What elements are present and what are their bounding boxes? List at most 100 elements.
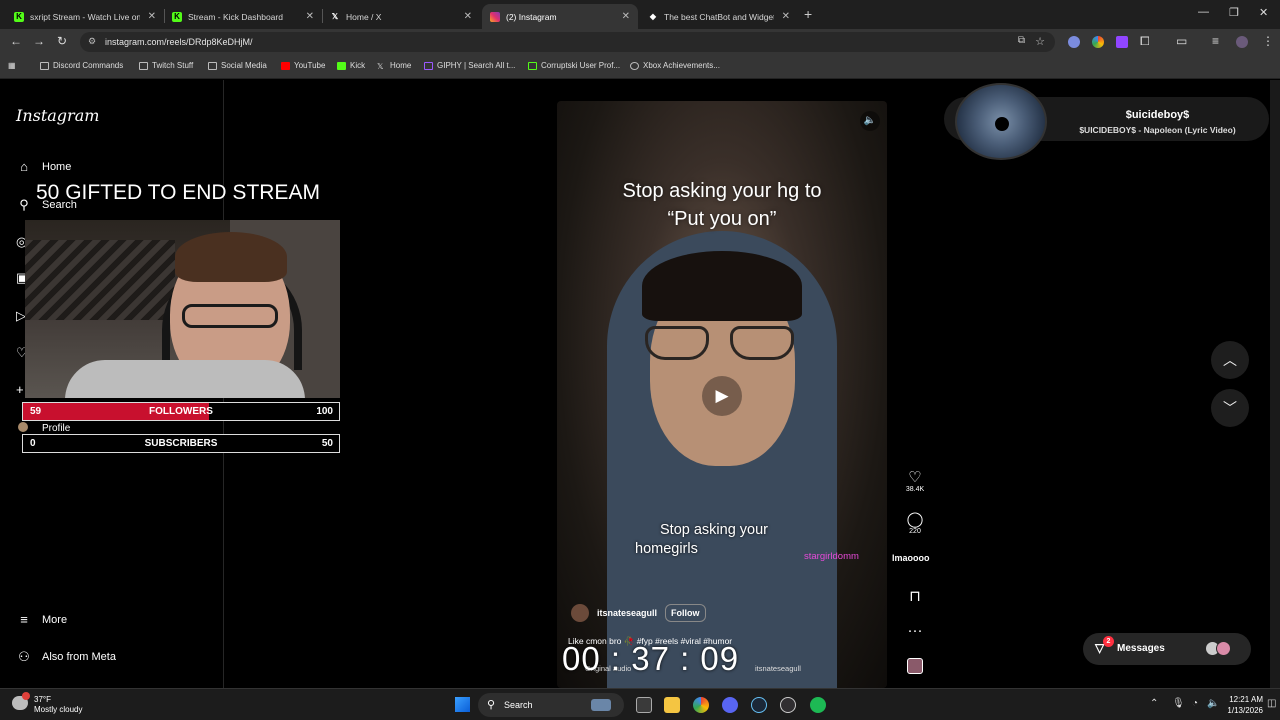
nav-home[interactable]: ⌂ Home <box>16 159 71 174</box>
tab-botrix[interactable]: ◆ The best ChatBot and Widgets ✕ <box>640 4 798 29</box>
chat-username: stargirldomm <box>804 551 859 562</box>
bookmark-discord-commands[interactable]: Discord Commands <box>40 61 123 70</box>
tab-kick-stream[interactable]: K sxript Stream - Watch Live on K ✕ <box>6 4 164 29</box>
microphone-icon[interactable]: 🎙 <box>1172 698 1185 709</box>
scrollbar[interactable] <box>1270 80 1280 688</box>
instagram-logo[interactable]: Instagram <box>16 106 99 125</box>
avatar[interactable] <box>1236 36 1248 48</box>
bookmark-twitch-stuff[interactable]: Twitch Stuff <box>139 61 193 70</box>
system-clock[interactable]: 12:21 AM 1/13/2026 <box>1203 694 1263 716</box>
comment-icon: ◯ <box>906 511 924 528</box>
more-options-button[interactable]: ··· <box>895 622 935 639</box>
tab-instagram[interactable]: (2) Instagram ✕ <box>482 4 638 29</box>
bookmark-social-media[interactable]: Social Media <box>208 61 267 70</box>
comment-count: 220 <box>909 528 921 535</box>
bookmark-kick[interactable]: Kick <box>337 61 365 70</box>
close-icon[interactable]: ✕ <box>464 11 472 22</box>
install-app-icon[interactable]: ⧉ <box>1018 35 1025 46</box>
bookmark-corruptski[interactable]: Corruptski User Prof... <box>528 61 620 70</box>
nav-also-from-meta[interactable]: ⚇ Also from Meta <box>16 649 116 665</box>
weather-description[interactable]: Mostly cloudy <box>34 705 82 714</box>
bookmark-youtube[interactable]: YouTube <box>281 61 325 70</box>
back-icon[interactable]: ← <box>10 34 22 48</box>
tab-label: The best ChatBot and Widgets <box>664 11 774 22</box>
bookmark-label: Twitch Stuff <box>152 61 194 70</box>
reel-audio-user[interactable]: itsnateseagull <box>755 664 801 673</box>
minimize-icon[interactable]: — <box>1198 6 1209 18</box>
menu-icon[interactable]: ⋮ <box>1262 34 1274 48</box>
profile-avatar[interactable] <box>18 422 28 432</box>
address-bar[interactable]: ⚙ instagram.com/reels/DRdp8KeDHjM/ ⧉ ☆ <box>80 32 1055 52</box>
apps-icon[interactable]: ▦ <box>8 61 16 70</box>
file-explorer-icon[interactable] <box>664 697 680 713</box>
play-icon[interactable]: ▶ <box>702 376 742 416</box>
steam-icon[interactable] <box>751 697 767 713</box>
next-reel-button[interactable]: ﹀ <box>1211 389 1249 427</box>
close-window-icon[interactable]: ✕ <box>1259 6 1268 19</box>
chrome-icon[interactable] <box>693 697 709 713</box>
close-icon[interactable]: ✕ <box>782 11 790 22</box>
bookmark-giphy[interactable]: GIPHY | Search All t... <box>424 61 515 70</box>
nav-more[interactable]: ≡ More <box>16 612 67 627</box>
nav-profile-label[interactable]: Profile <box>42 423 70 434</box>
extension-icon[interactable] <box>1068 36 1080 48</box>
cast-icon[interactable]: ▭ <box>1176 34 1187 48</box>
now-playing-artist: $uicideboy$ <box>1125 109 1190 121</box>
bookmark-x-home[interactable]: 𝕏 Home <box>377 61 411 71</box>
follow-button[interactable]: Follow <box>665 604 706 622</box>
task-view-icon[interactable] <box>636 697 652 713</box>
folder-icon <box>208 61 217 70</box>
extensions-puzzle-icon[interactable]: ⧠ <box>1140 34 1150 49</box>
windows-start-icon[interactable] <box>455 697 470 712</box>
obs-icon[interactable] <box>780 697 796 713</box>
wifi-icon[interactable]: ◔ <box>1192 698 1198 709</box>
clock-date: 1/13/2026 <box>1227 706 1263 715</box>
new-tab-icon[interactable]: + <box>804 6 812 22</box>
reel-headline-line1: Stop asking your hg to <box>622 180 822 202</box>
discord-icon[interactable] <box>722 697 738 713</box>
url-text: instagram.com/reels/DRdp8KeDHjM/ <box>105 37 253 47</box>
close-icon[interactable]: ✕ <box>306 11 314 22</box>
volume-icon[interactable]: 🔈 <box>860 111 880 131</box>
twitch-extension-icon[interactable] <box>1116 36 1128 48</box>
streamer-shirt <box>65 360 305 398</box>
notification-bell-icon[interactable]: ◫ <box>1267 698 1276 709</box>
chrome-profile-icon[interactable] <box>1092 36 1104 48</box>
subscribers-max: 50 <box>321 438 333 449</box>
save-button[interactable]: ⊓ <box>895 587 935 605</box>
previous-reel-button[interactable]: ︿ <box>1211 341 1249 379</box>
like-button[interactable]: ♡ 38.4K <box>895 468 935 493</box>
video-glasses-right <box>730 326 794 360</box>
restore-icon[interactable]: ❐ <box>1229 6 1239 19</box>
taskbar-search[interactable]: ⚲ Search <box>478 693 624 717</box>
site-info-icon[interactable]: ⚙ <box>88 36 96 47</box>
avatar[interactable] <box>571 604 589 622</box>
audio-thumbnail[interactable] <box>907 658 923 674</box>
weather-temperature[interactable]: 37°F <box>34 695 51 704</box>
bookmark-xbox[interactable]: Xbox Achievements... <box>630 61 720 70</box>
media-control-icon[interactable]: ≡ <box>1212 34 1219 48</box>
reel-username[interactable]: itsnateseagull <box>597 608 657 618</box>
create-icon[interactable]: + <box>16 382 24 397</box>
bookmark-label: Discord Commands <box>53 61 124 70</box>
close-icon[interactable]: ✕ <box>622 11 630 22</box>
video-glasses-left <box>645 326 709 360</box>
forward-icon[interactable]: → <box>33 34 45 48</box>
comment-button[interactable]: ◯ 220 <box>895 510 935 535</box>
messages-button[interactable]: ▽ 2 Messages <box>1083 633 1251 665</box>
nav-label: Home <box>42 160 72 173</box>
tray-overflow-icon[interactable]: ⌃ <box>1150 698 1158 709</box>
tab-kick-dashboard[interactable]: K Stream - Kick Dashboard ✕ <box>164 4 322 29</box>
close-icon[interactable]: ✕ <box>148 11 156 22</box>
bookmark-star-icon[interactable]: ☆ <box>1035 35 1045 48</box>
notification-badge: 2 <box>1103 636 1114 647</box>
bookmark-label: Xbox Achievements... <box>643 61 720 70</box>
album-art <box>955 83 1047 160</box>
reload-icon[interactable]: ↻ <box>57 34 67 48</box>
nav-label: Also from Meta <box>42 651 116 663</box>
chevron-up-icon: ︿ <box>1223 352 1237 368</box>
spotify-icon[interactable] <box>810 697 826 713</box>
tab-x-home[interactable]: 𝕏 Home / X ✕ <box>322 4 480 29</box>
reel-video[interactable]: Stop asking your hg to “Put you on” Stop… <box>557 101 887 688</box>
windows-taskbar: 37°F Mostly cloudy ⚲ Search ⌃ 🎙 ◔ 🔈 12:2… <box>0 688 1280 720</box>
